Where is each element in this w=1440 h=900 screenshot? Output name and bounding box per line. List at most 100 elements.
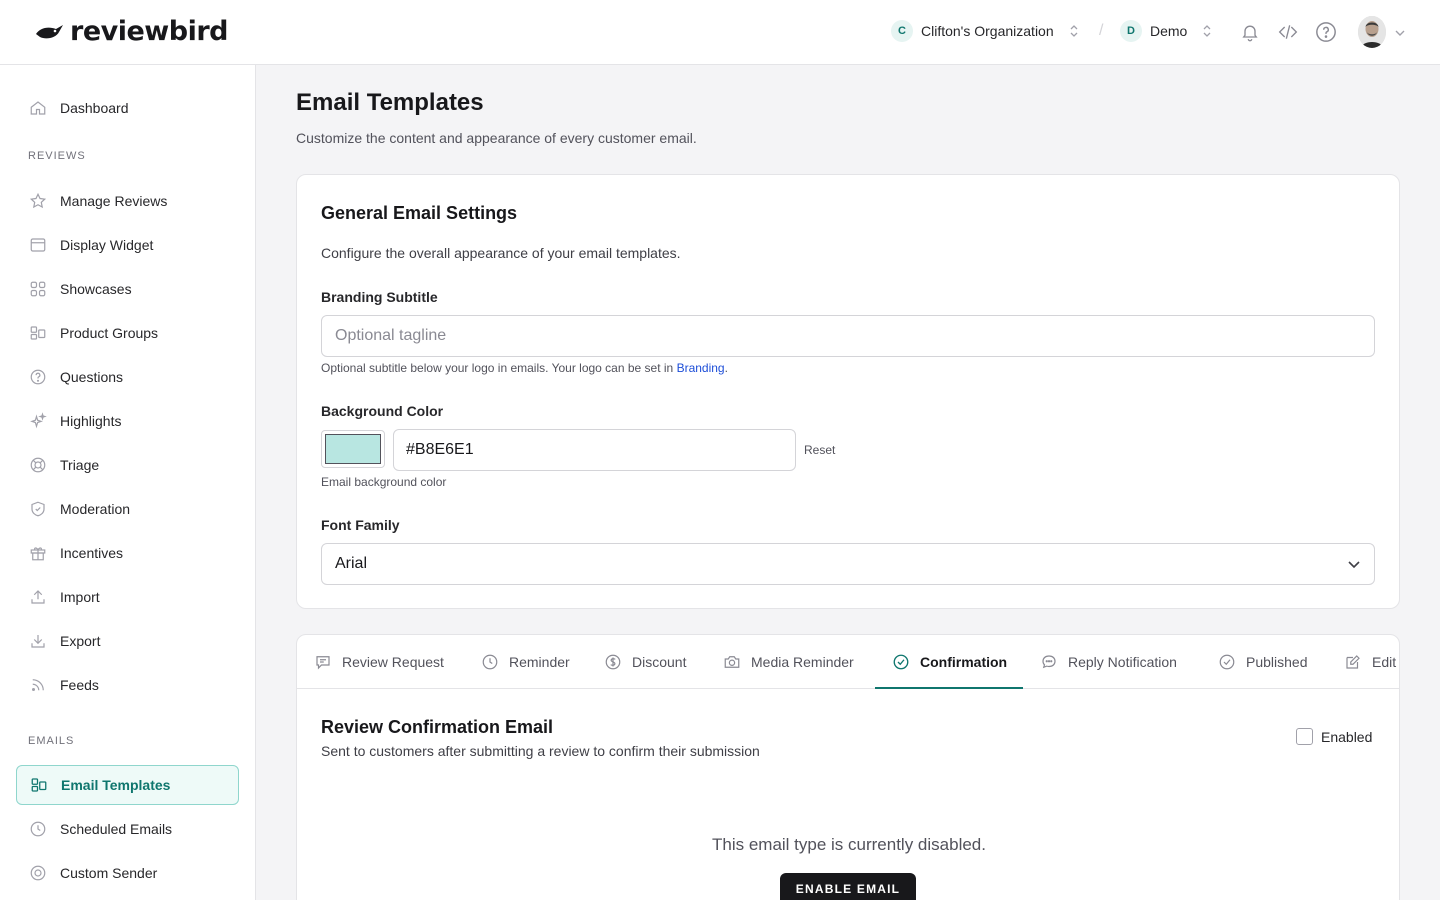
tab-label: Media Reminder [751,654,854,670]
sidebar-item-product-groups[interactable]: Product Groups [16,313,239,353]
sparkles-icon [28,411,48,431]
background-color-input[interactable]: #B8E6E1 [393,429,796,471]
tab-reply-notification[interactable]: Reply Notification [1040,635,1177,689]
home-icon [28,98,48,118]
enable-email-button[interactable]: ENABLE EMAIL [780,873,916,900]
tab-label: Reminder [509,654,570,670]
sidebar-item-import[interactable]: Import [16,577,239,617]
color-value: #B8E6E1 [406,441,474,458]
org-badge: C [891,20,913,42]
branding-subtitle-input[interactable]: Optional tagline [321,315,1375,357]
sidebar-item-triage[interactable]: Triage [16,445,239,485]
disabled-message: This email type is currently disabled. [711,835,986,854]
bell-icon[interactable] [1238,20,1262,44]
tab-reminder[interactable]: Reminder [481,635,570,689]
sidebar-item-showcases[interactable]: Showcases [16,269,239,309]
product-groups-icon [28,323,48,343]
window-icon [28,235,48,255]
section-title: Review Confirmation Email [321,717,554,737]
reset-color-button[interactable]: Reset [804,443,835,457]
tab-review-request[interactable]: Review Request [314,635,444,689]
tab-confirmation[interactable]: Confirmation [892,635,1007,689]
sidebar-item-label: Product Groups [60,325,159,341]
font-family-select[interactable]: Arial [321,543,1375,585]
chevron-down-icon[interactable] [1394,26,1406,44]
sidebar-item-label: Highlights [60,413,122,429]
sidebar-item-highlights[interactable]: Highlights [16,401,239,441]
sidebar-item-label: Feeds [60,677,99,693]
project-switcher[interactable]: D Demo [1120,20,1211,42]
input-placeholder: Optional tagline [335,327,447,344]
tab-media-reminder[interactable]: Media Reminder [723,635,854,689]
rss-icon [28,675,48,695]
section-label-emails: EMAILS [28,735,75,747]
sidebar-item-custom-sender[interactable]: Custom Sender [16,853,239,893]
edit-icon [1344,653,1362,671]
question-icon [28,367,48,387]
branding-subtitle-label: Branding Subtitle [321,289,438,305]
code-icon[interactable] [1276,20,1300,44]
enabled-checkbox[interactable] [1296,728,1313,745]
sidebar-item-display-widget[interactable]: Display Widget [16,225,239,265]
gift-icon [28,543,48,563]
brand-name: reviewbird [70,16,228,47]
camera-icon [723,653,741,671]
sidebar-item-moderation[interactable]: Moderation [16,489,239,529]
sidebar-item-label: Dashboard [60,100,129,116]
branding-link[interactable]: Branding [677,361,725,375]
sidebar-item-incentives[interactable]: Incentives [16,533,239,573]
sidebar-item-questions[interactable]: Questions [16,357,239,397]
sidebar-item-manage-reviews[interactable]: Manage Reviews [16,181,239,221]
sidebar-item-label: Custom Sender [60,865,158,881]
section-description: Sent to customers after submitting a rev… [321,743,760,759]
org-switcher[interactable]: C Clifton's Organization [891,20,1078,42]
sidebar-item-label: Questions [60,369,124,385]
sidebar-item-scheduled-emails[interactable]: Scheduled Emails [16,809,239,849]
sidebar-item-label: Showcases [60,281,132,297]
chevron-updown-icon [1203,25,1211,37]
sidebar-item-label: Display Widget [60,237,154,253]
dollar-icon [604,653,622,671]
email-type-tabs: Review Request Reminder Discount Media R… [297,635,1399,689]
sidebar-item-label: Export [60,633,101,649]
chat-icon [1040,653,1058,671]
clock-icon [481,653,499,671]
tab-label: Published [1246,654,1308,670]
general-settings-card: General Email Settings Configure the ove… [296,174,1400,609]
section-label-reviews: REVIEWS [28,150,86,162]
project-badge: D [1120,20,1142,42]
main-content: Email Templates Customize the content an… [256,65,1440,900]
font-family-label: Font Family [321,517,400,533]
sidebar-item-feeds[interactable]: Feeds [16,665,239,705]
tab-label: Review Request [342,654,444,670]
check-circle-icon [892,653,910,671]
sidebar-item-label: Moderation [60,501,131,517]
color-swatch [325,434,381,464]
breadcrumb-separator: / [1099,22,1104,39]
help-icon[interactable] [1314,20,1338,44]
branding-subtitle-help: Optional subtitle below your logo in ema… [321,361,728,375]
top-bar: reviewbird C Clifton's Organization / D … [0,0,1440,65]
sidebar-item-email-templates[interactable]: Email Templates [16,765,239,805]
help-text-end: . [724,361,728,375]
tab-label: Reply Notification [1068,654,1177,670]
user-avatar[interactable] [1358,16,1386,48]
background-color-label: Background Color [321,403,444,419]
brand-logo[interactable]: reviewbird [34,16,228,47]
sidebar-item-export[interactable]: Export [16,621,239,661]
upload-icon [28,587,48,607]
color-swatch-picker[interactable] [321,430,385,468]
sidebar-item-dashboard[interactable]: Dashboard [16,88,239,128]
tab-edit[interactable]: Edit [1344,635,1396,689]
page-subtitle: Customize the content and appearance of … [296,130,697,146]
enabled-label: Enabled [1321,728,1373,745]
enabled-toggle[interactable]: Enabled [1296,728,1372,745]
tab-discount[interactable]: Discount [604,635,686,689]
sidebar-item-label: Scheduled Emails [60,821,173,837]
star-icon [28,191,48,211]
help-text: Optional subtitle below your logo in ema… [321,361,677,375]
chevron-down-icon [1346,556,1362,577]
project-name: Demo [1150,23,1188,39]
bird-icon [36,24,63,38]
tab-published[interactable]: Published [1218,635,1308,689]
